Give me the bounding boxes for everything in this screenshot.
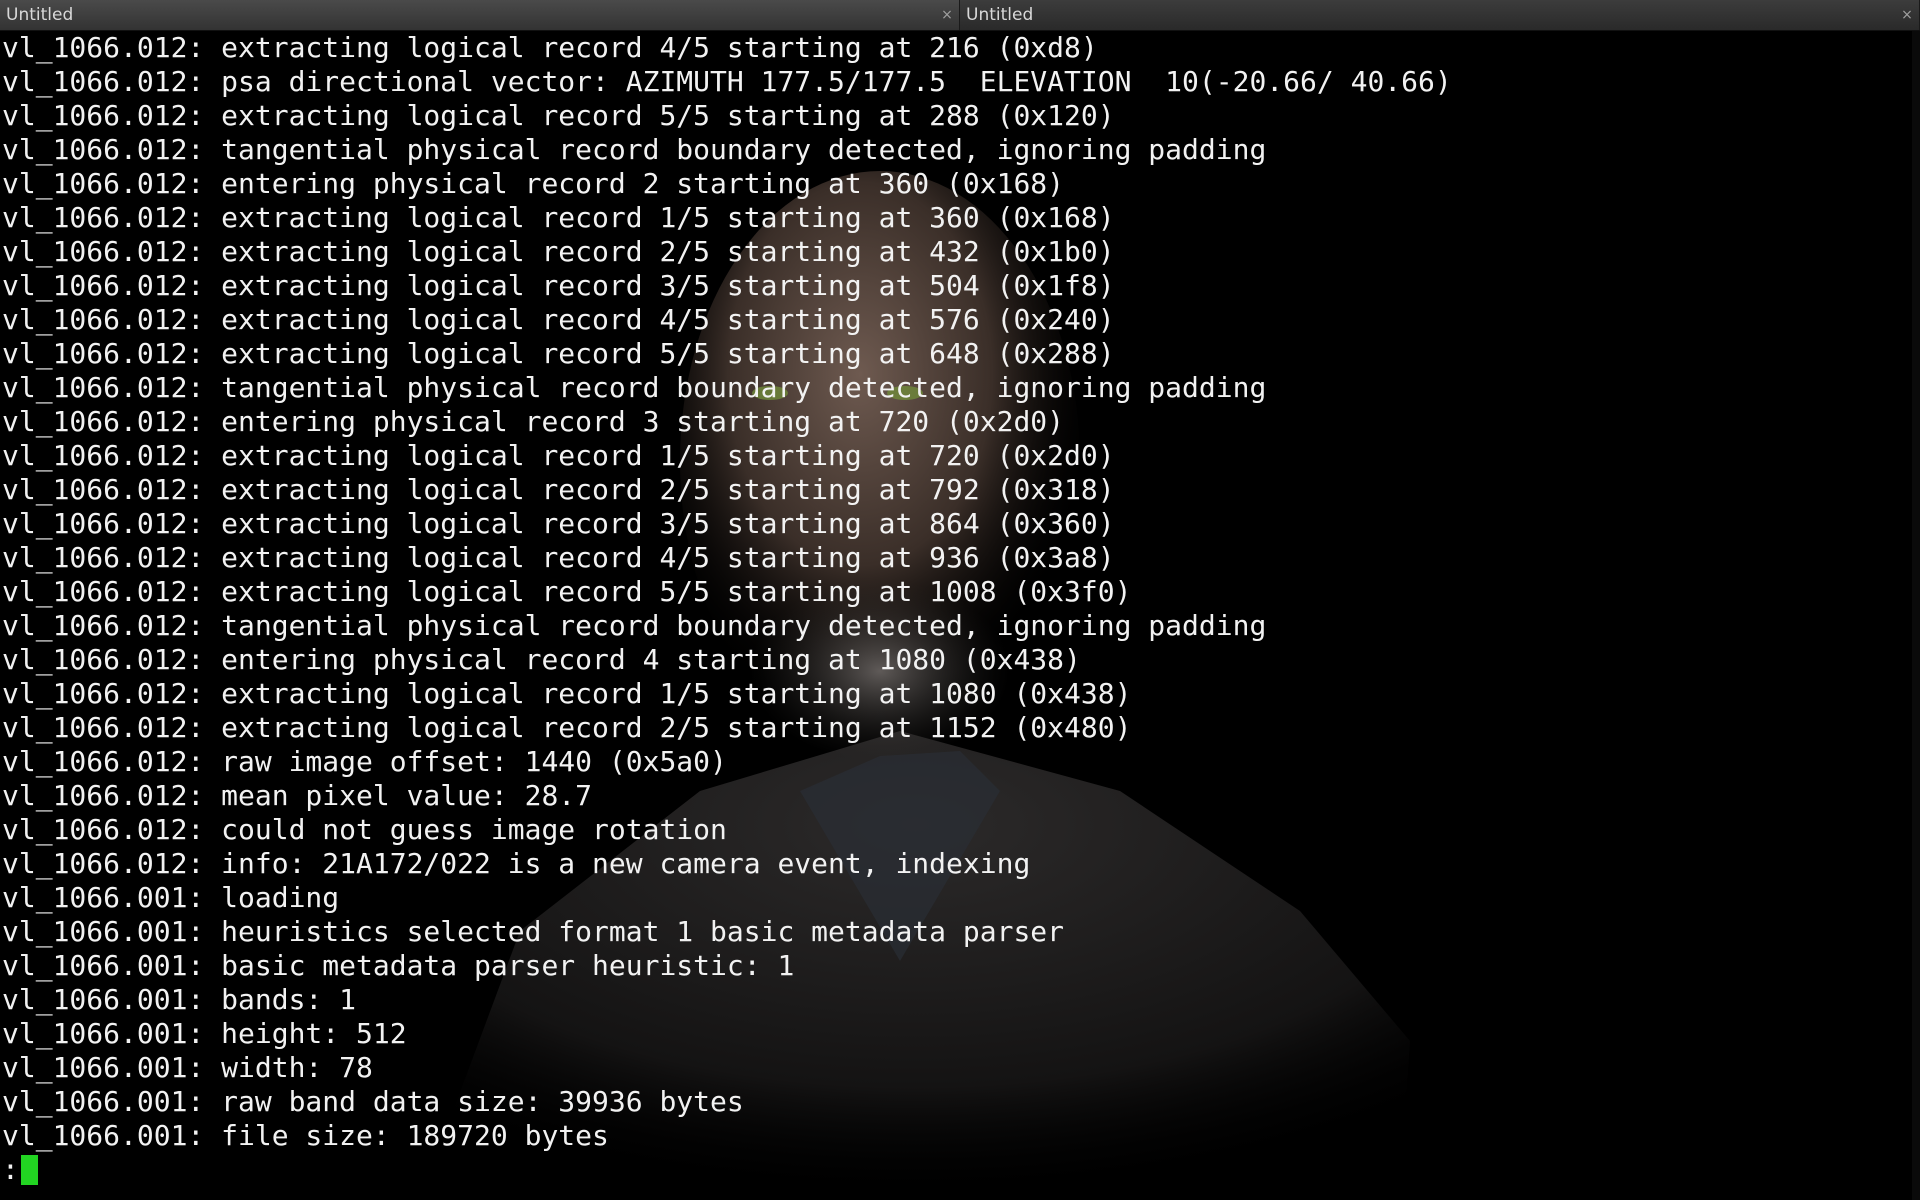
terminal-line: vl_1066.012: tangential physical record … bbox=[2, 371, 1267, 404]
terminal-line: vl_1066.001: width: 78 bbox=[2, 1051, 373, 1084]
terminal-line: vl_1066.001: loading bbox=[2, 881, 340, 914]
terminal-line: vl_1066.012: extracting logical record 4… bbox=[2, 303, 1115, 336]
terminal-line: vl_1066.012: extracting logical record 5… bbox=[2, 99, 1115, 132]
terminal-line: vl_1066.012: extracting logical record 3… bbox=[2, 507, 1115, 540]
tab-untitled-1[interactable]: Untitled × bbox=[0, 0, 960, 30]
tab-bar: Untitled × Untitled × bbox=[0, 0, 1920, 31]
terminal-line: vl_1066.001: heuristics selected format … bbox=[2, 915, 1065, 948]
tab-untitled-2[interactable]: Untitled × bbox=[960, 0, 1920, 30]
terminal-line: vl_1066.012: psa directional vector: AZI… bbox=[2, 65, 1452, 98]
terminal-line: vl_1066.012: extracting logical record 5… bbox=[2, 575, 1132, 608]
terminal-line: vl_1066.012: mean pixel value: 28.7 bbox=[2, 779, 593, 812]
terminal-line: vl_1066.012: extracting logical record 2… bbox=[2, 711, 1132, 744]
terminal-line: vl_1066.012: tangential physical record … bbox=[2, 609, 1267, 642]
terminal-line: vl_1066.012: extracting logical record 1… bbox=[2, 201, 1115, 234]
tab-title: Untitled bbox=[966, 5, 1034, 25]
terminal-line: vl_1066.001: bands: 1 bbox=[2, 983, 357, 1016]
text-cursor bbox=[20, 1155, 38, 1185]
terminal-line: vl_1066.012: extracting logical record 2… bbox=[2, 473, 1115, 506]
prompt-char: : bbox=[2, 1153, 19, 1186]
terminal-line: vl_1066.012: entering physical record 4 … bbox=[2, 643, 1081, 676]
terminal-line: vl_1066.001: raw band data size: 39936 b… bbox=[2, 1085, 744, 1118]
terminal-line: vl_1066.012: extracting logical record 4… bbox=[2, 31, 1098, 64]
terminal-line: vl_1066.001: basic metadata parser heuri… bbox=[2, 949, 795, 982]
terminal-line: vl_1066.012: extracting logical record 3… bbox=[2, 269, 1115, 302]
terminal-line: vl_1066.012: extracting logical record 2… bbox=[2, 235, 1115, 268]
terminal-line: vl_1066.012: extracting logical record 4… bbox=[2, 541, 1115, 574]
tab-title: Untitled bbox=[6, 5, 74, 25]
prompt-line[interactable]: : bbox=[2, 1153, 1452, 1187]
terminal-line: vl_1066.001: height: 512 bbox=[2, 1017, 407, 1050]
terminal-scrollbar[interactable] bbox=[1912, 31, 1920, 1200]
terminal-line: vl_1066.001: file size: 189720 bytes bbox=[2, 1119, 609, 1152]
terminal-line: vl_1066.012: entering physical record 3 … bbox=[2, 405, 1065, 438]
terminal-line: vl_1066.012: could not guess image rotat… bbox=[2, 813, 727, 846]
terminal-line: vl_1066.012: extracting logical record 1… bbox=[2, 439, 1115, 472]
terminal-line: vl_1066.012: entering physical record 2 … bbox=[2, 167, 1065, 200]
terminal-output: vl_1066.012: extracting logical record 4… bbox=[2, 31, 1452, 1187]
terminal-line: vl_1066.012: raw image offset: 1440 (0x5… bbox=[2, 745, 727, 778]
terminal-line: vl_1066.012: info: 21A172/022 is a new c… bbox=[2, 847, 1031, 880]
terminal-line: vl_1066.012: tangential physical record … bbox=[2, 133, 1267, 166]
terminal-pane[interactable]: vl_1066.012: extracting logical record 4… bbox=[0, 31, 1920, 1200]
close-icon[interactable]: × bbox=[1899, 0, 1915, 30]
close-icon[interactable]: × bbox=[939, 0, 955, 30]
terminal-line: vl_1066.012: extracting logical record 1… bbox=[2, 677, 1132, 710]
terminal-line: vl_1066.012: extracting logical record 5… bbox=[2, 337, 1115, 370]
